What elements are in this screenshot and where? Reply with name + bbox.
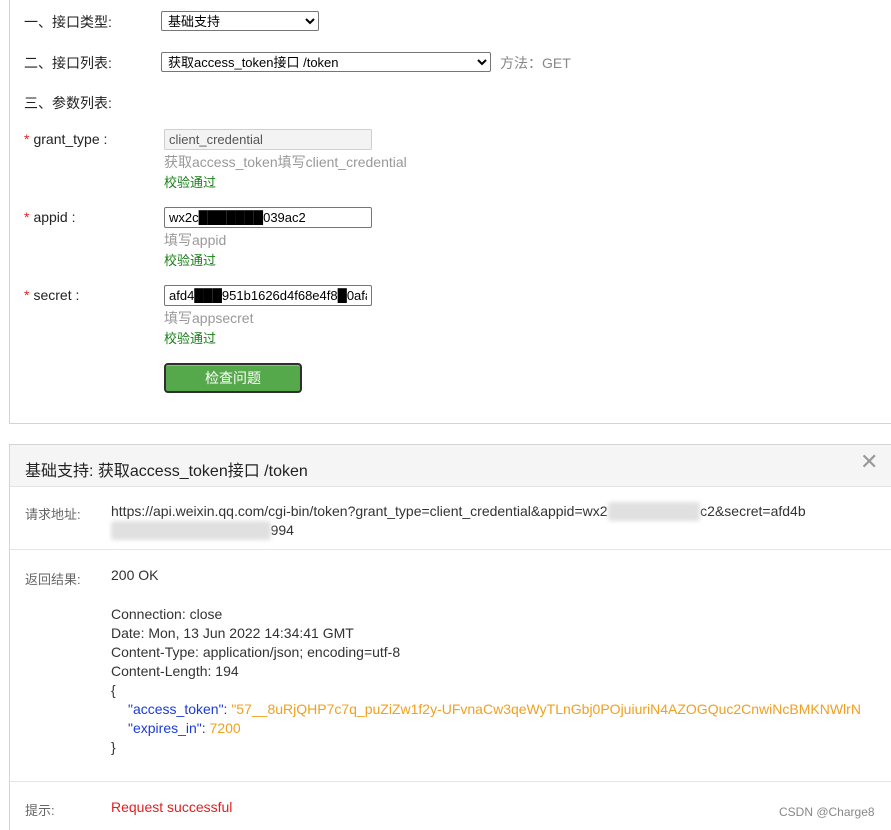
result-panel: 基础支持: 获取access_token接口 /token ✕ 请求地址: ht…: [9, 444, 891, 830]
interface-type-select[interactable]: 基础支持: [161, 11, 319, 31]
param-appid-label: * appid :: [24, 209, 76, 225]
json-open-brace: {: [111, 682, 116, 698]
response-status: 200 OK: [111, 567, 159, 583]
check-problem-button[interactable]: 检查问题: [164, 363, 302, 393]
close-icon[interactable]: ✕: [860, 449, 878, 475]
grant-type-status: 校验通过: [164, 175, 217, 190]
result-header: 基础支持: 获取access_token接口 /token ✕: [10, 445, 891, 487]
interface-list-label: 二、接口列表:: [24, 55, 112, 71]
request-url-value: https://api.weixin.qq.com/cgi-bin/token?…: [111, 502, 806, 540]
grant-type-hint: 获取access_token填写client_credential: [164, 154, 407, 170]
result-label: 返回结果:: [25, 572, 81, 587]
appid-input[interactable]: [164, 207, 372, 228]
json-close-brace: }: [111, 739, 116, 755]
secret-status: 校验通过: [164, 331, 217, 346]
json-line-expires-in: "expires_in": 7200: [128, 720, 241, 736]
divider: [10, 781, 891, 782]
redacted-secret: 1951b1626d4f68e4f8b0af: [111, 521, 271, 540]
json-line-access-token: "access_token": "57__8uRjQHP7c7q_puZiZw1…: [128, 701, 861, 717]
response-body: 200 OK Connection: close Date: Mon, 13 J…: [111, 566, 891, 757]
param-grant-type-label: * grant_type :: [24, 131, 108, 147]
param-secret-label: * secret :: [24, 287, 80, 303]
response-header: Content-Type: application/json; encoding…: [111, 644, 401, 660]
response-header: Content-Length: 194: [111, 663, 239, 679]
grant-type-input: [164, 129, 372, 150]
response-header: Date: Mon, 13 Jun 2022 14:34:41 GMT: [111, 625, 354, 641]
secret-hint: 填写appsecret: [164, 310, 254, 326]
request-url-label: 请求地址:: [25, 507, 81, 522]
response-header: Connection: close: [111, 606, 223, 622]
watermark: CSDN @Charge8: [779, 805, 875, 819]
result-title: 基础支持: 获取access_token接口 /token: [25, 463, 308, 480]
params-list-label: 三、参数列表:: [24, 95, 112, 111]
interface-type-label: 一、接口类型:: [24, 14, 112, 30]
tip-label: 提示:: [25, 803, 55, 818]
secret-input[interactable]: [164, 285, 372, 306]
interface-list-select[interactable]: 获取access_token接口 /token: [161, 52, 491, 72]
divider: [10, 549, 891, 550]
appid-status: 校验通过: [164, 253, 217, 268]
method-label: 方法：GET: [500, 55, 571, 71]
redacted-appid: c1f09d0f1039a: [607, 502, 701, 521]
appid-hint: 填写appid: [164, 232, 227, 248]
tip-value: Request successful: [111, 799, 233, 815]
